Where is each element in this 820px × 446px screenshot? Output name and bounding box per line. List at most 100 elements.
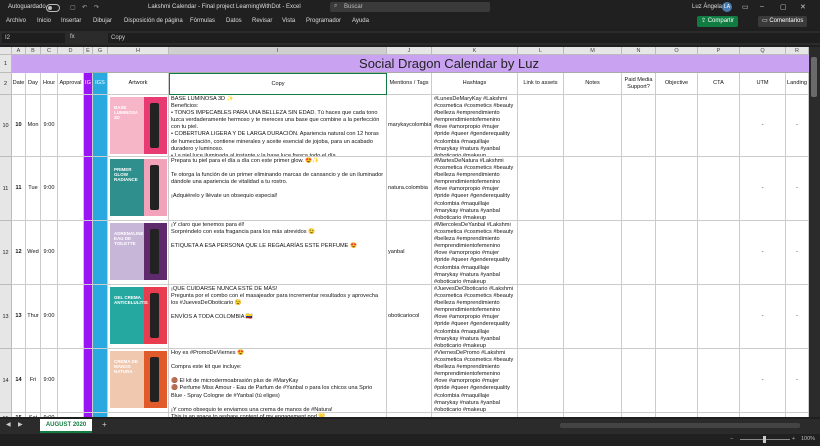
- menu-insertar[interactable]: Insertar: [61, 18, 81, 24]
- cell-mentions[interactable]: [387, 349, 432, 413]
- cell-igs[interactable]: [93, 349, 108, 413]
- zoom-in-button[interactable]: +: [792, 436, 795, 442]
- header-objective[interactable]: Objective: [656, 73, 698, 95]
- cell-approval[interactable]: [58, 349, 84, 413]
- vertical-scrollbar[interactable]: [809, 47, 820, 417]
- column-header[interactable]: J: [387, 47, 432, 55]
- menu-revisar[interactable]: Revisar: [252, 18, 272, 24]
- cell-date[interactable]: 10: [12, 95, 26, 157]
- cell-landing[interactable]: -: [786, 95, 809, 157]
- cell-artwork[interactable]: PRIMER GLOW RADIANCE: [108, 157, 169, 221]
- header-igs[interactable]: IGS: [93, 73, 108, 95]
- cell-hashtags[interactable]: #JuevesDeOboticario #Lakshmi #cosmetica …: [432, 285, 518, 349]
- cell-day[interactable]: Tue: [26, 157, 41, 221]
- cell-paid[interactable]: [622, 349, 656, 413]
- header-cta[interactable]: CTA: [698, 73, 740, 95]
- cell-hashtags[interactable]: #MiercolesDeYanbal #Lakshmi #cosmetica #…: [432, 221, 518, 285]
- cell-utm[interactable]: [740, 413, 786, 417]
- row-header[interactable]: 12: [0, 221, 12, 285]
- header-landing[interactable]: Landing: [786, 73, 809, 95]
- name-box[interactable]: I2: [2, 33, 65, 43]
- cell-paid[interactable]: [622, 285, 656, 349]
- cell-ig[interactable]: [84, 349, 93, 413]
- cell-landing[interactable]: -: [786, 221, 809, 285]
- menu-archivo[interactable]: Archivo: [6, 18, 26, 24]
- cell-link[interactable]: [518, 413, 564, 417]
- cell-date[interactable]: 11: [12, 157, 26, 221]
- menu-programador[interactable]: Programador: [306, 18, 341, 24]
- add-sheet-button[interactable]: +: [102, 420, 107, 429]
- cell-utm[interactable]: -: [740, 349, 786, 413]
- undo-icon[interactable]: ↶: [82, 4, 87, 11]
- cell-utm[interactable]: -: [740, 221, 786, 285]
- column-header[interactable]: I: [169, 47, 387, 55]
- select-all-corner[interactable]: [0, 47, 12, 55]
- sheet-tab-active[interactable]: AUGUST 2020: [40, 419, 92, 433]
- cell-cta[interactable]: [698, 157, 740, 221]
- row-header[interactable]: 1: [0, 55, 12, 73]
- cell-artwork[interactable]: ADRENALINE EAU DE TOILETTE: [108, 221, 169, 285]
- cell-ig[interactable]: [84, 221, 93, 285]
- header-paid[interactable]: Paid Media Support?: [622, 73, 656, 95]
- header-ig[interactable]: IG: [84, 73, 93, 95]
- cell-approval[interactable]: [58, 157, 84, 221]
- column-header[interactable]: K: [432, 47, 518, 55]
- cell-approval[interactable]: [58, 95, 84, 157]
- horizontal-scrollbar[interactable]: [560, 423, 800, 428]
- cell-copy[interactable]: Hoy es #PromoDeViernes 😍 Compra este kit…: [169, 349, 387, 413]
- cell-day[interactable]: Sat: [26, 413, 41, 417]
- search-box[interactable]: ⌕ Buscar: [330, 2, 490, 12]
- share-button[interactable]: ⇪ Compartir: [697, 16, 739, 27]
- cell-date[interactable]: 14: [12, 349, 26, 413]
- cell-ig[interactable]: [84, 157, 93, 221]
- header-mentions[interactable]: Mentions / Tags: [387, 73, 432, 95]
- row-header[interactable]: 13: [0, 285, 12, 349]
- row-header[interactable]: 11: [0, 157, 12, 221]
- column-header[interactable]: C: [41, 47, 58, 55]
- cell-objective[interactable]: [656, 413, 698, 417]
- cell-copy[interactable]: This is an space to reshare content of m…: [169, 413, 387, 417]
- cell-paid[interactable]: [622, 157, 656, 221]
- cell-objective[interactable]: [656, 221, 698, 285]
- cell-copy[interactable]: BASE LUMINOSA 3D ✨ Beneficios: • TONOS I…: [169, 95, 387, 157]
- cell-objective[interactable]: [656, 95, 698, 157]
- cell-igs[interactable]: [93, 413, 108, 417]
- cell-hour[interactable]: 9:00: [41, 349, 58, 413]
- column-header[interactable]: M: [564, 47, 622, 55]
- cell-day[interactable]: Mon: [26, 95, 41, 157]
- artwork-image[interactable]: GEL CREMA ANTICELULITIS: [110, 287, 167, 344]
- user-name[interactable]: Luz Ángela: [692, 4, 722, 10]
- cell-day[interactable]: Thur: [26, 285, 41, 349]
- column-header[interactable]: L: [518, 47, 564, 55]
- cell-notes[interactable]: [564, 221, 622, 285]
- sheet-title[interactable]: Social Dragon Calendar by Luz: [89, 55, 809, 73]
- next-sheet-icon[interactable]: ▶: [18, 421, 23, 428]
- formula-input[interactable]: Copy: [108, 33, 820, 43]
- zoom-out-button[interactable]: −: [730, 436, 733, 442]
- fx-icon[interactable]: fx: [70, 34, 75, 40]
- cell-mentions[interactable]: oboticariocol: [387, 285, 432, 349]
- worksheet-grid[interactable]: ABCDEFGHIJKLMNOPQR Social Dragon Calenda…: [0, 47, 809, 417]
- header-link[interactable]: Link to assets: [518, 73, 564, 95]
- autosave-toggle[interactable]: [46, 4, 60, 12]
- cell-hour[interactable]: 9:00: [41, 157, 58, 221]
- cell-approval[interactable]: [58, 285, 84, 349]
- header-hour[interactable]: Hour: [41, 73, 58, 95]
- column-header[interactable]: O: [656, 47, 698, 55]
- cell-igs[interactable]: [93, 95, 108, 157]
- cell-landing[interactable]: -: [786, 157, 809, 221]
- header-notes[interactable]: Notes: [564, 73, 622, 95]
- cell-notes[interactable]: [564, 285, 622, 349]
- maximize-icon[interactable]: ▢: [780, 3, 787, 11]
- cell-notes[interactable]: [564, 95, 622, 157]
- menu-disposicion[interactable]: Disposición de página: [124, 18, 183, 24]
- cell-mentions[interactable]: yanbal: [387, 221, 432, 285]
- menu-datos[interactable]: Datos: [226, 18, 242, 24]
- cell-hour[interactable]: 9:00: [41, 413, 58, 417]
- cell-day[interactable]: Wed: [26, 221, 41, 285]
- ribbon-options-icon[interactable]: ▭: [742, 3, 749, 11]
- cell-day[interactable]: Fri: [26, 349, 41, 413]
- comments-button[interactable]: ▭ Comentarios: [758, 16, 808, 27]
- column-header[interactable]: N: [622, 47, 656, 55]
- scroll-thumb[interactable]: [811, 57, 817, 97]
